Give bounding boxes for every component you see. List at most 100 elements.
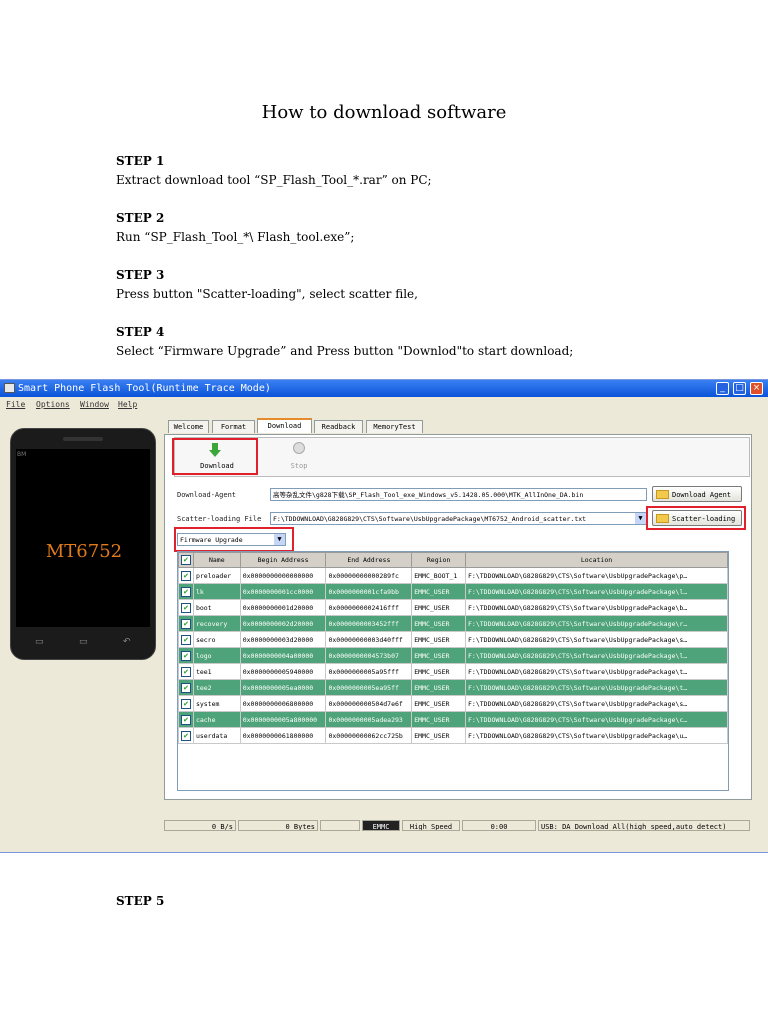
cell-location[interactable]: F:\TDDOWNLOAD\G828G829\CTS\Software\UsbU… [465,583,728,600]
cell-location[interactable]: F:\TDDOWNLOAD\G828G829\CTS\Software\UsbU… [465,727,728,744]
cell-end: 0x0000000005adea293 [325,711,413,728]
page-title: How to download software [261,102,507,123]
row-checkbox[interactable]: ✔ [178,663,194,680]
header-location[interactable]: Location [465,552,728,568]
checkbox-icon[interactable]: ✔ [181,634,191,645]
menu-help[interactable]: Help [118,398,137,412]
checkbox-icon[interactable]: ✔ [181,682,191,693]
cell-location[interactable]: F:\TDDOWNLOAD\G828G829\CTS\Software\UsbU… [465,663,728,680]
cell-name: system [192,695,241,712]
row-checkbox[interactable]: ✔ [178,679,194,696]
checkbox-icon[interactable]: ✔ [180,555,191,565]
header-begin-address[interactable]: Begin Address [239,552,327,568]
download-agent-button[interactable]: Download Agent [652,486,742,502]
tab-readback[interactable]: Readback [314,420,363,433]
download-agent-label: Download-Agent [177,491,237,499]
menu-file[interactable]: File [6,398,25,412]
menu-window[interactable]: Window [80,398,109,412]
tab-memorytest[interactable]: MemoryTest [366,420,423,433]
partition-table-grid: ✔ Name Begin Address End Address Region … [178,552,728,744]
status-time: 0:00 [462,820,536,831]
cell-location[interactable]: F:\TDDOWNLOAD\G828G829\CTS\Software\UsbU… [465,599,728,616]
maximize-icon[interactable]: □ [733,382,746,395]
checkbox-icon[interactable]: ✔ [181,586,191,597]
cell-location[interactable]: F:\TDDOWNLOAD\G828G829\CTS\Software\UsbU… [465,631,728,648]
checkbox-icon[interactable]: ✔ [181,650,191,661]
table-row[interactable]: ✔ logo 0x0000000004a00000 0x0000000004573b0… [178,647,728,664]
cell-region: EMMC_USER [411,727,467,744]
stop-icon [293,442,305,454]
step-2-text: Run “SP_Flash_Tool_*\ Flash_tool.exe”; [116,230,355,244]
row-checkbox[interactable]: ✔ [178,583,194,600]
step-1-heading: STEP 1 [116,154,165,168]
header-select-all[interactable]: ✔ [178,552,194,568]
table-row[interactable]: ✔ lk 0x0000000001cc0000 0x0000000001cfa9bb E… [178,583,728,600]
cell-begin: 0x0000000002d20000 [239,615,327,632]
cell-end: 0x0000000002416fff [325,599,413,616]
cell-location[interactable]: F:\TDDOWNLOAD\G828G829\CTS\Software\UsbU… [465,615,728,632]
download-agent-field[interactable]: 高等杂乱文件\g828下载\SP_Flash_Tool_exe_Windows_… [270,488,647,501]
cell-region: EMMC_USER [411,663,467,680]
row-checkbox[interactable]: ✔ [178,695,194,712]
scatter-loading-callout [646,506,746,530]
cell-location[interactable]: F:\TDDOWNLOAD\G828G829\CTS\Software\UsbU… [465,647,728,664]
download-agent-button-label: Download Agent [672,491,732,499]
status-spacer [320,820,360,831]
cell-location[interactable]: F:\TDDOWNLOAD\G828G829\CTS\Software\UsbU… [465,679,728,696]
table-row[interactable]: ✔ tee1 0x0000000005940000 0x0000000005a95ff… [178,663,728,680]
table-row[interactable]: ✔ system 0x0000000006800000 0x000000000504d… [178,695,728,712]
cell-location[interactable]: F:\TDDOWNLOAD\G828G829\CTS\Software\UsbU… [465,711,728,728]
row-checkbox[interactable]: ✔ [178,647,194,664]
tab-welcome[interactable]: Welcome [168,420,209,433]
minimize-icon[interactable]: _ [716,382,729,395]
checkbox-icon[interactable]: ✔ [181,618,191,629]
checkbox-icon[interactable]: ✔ [181,666,191,677]
checkbox-icon[interactable]: ✔ [181,714,191,725]
tab-format[interactable]: Format [212,420,255,433]
row-checkbox[interactable]: ✔ [178,631,194,648]
cell-location[interactable]: F:\TDDOWNLOAD\G828G829\CTS\Software\UsbU… [465,695,728,712]
row-checkbox[interactable]: ✔ [178,599,194,616]
checkbox-icon[interactable]: ✔ [181,730,191,741]
table-row[interactable]: ✔ recovery 0x0000000002d20000 0x00000000034… [178,615,728,632]
table-row[interactable]: ✔ cache 0x0000000005a800000 0x0000000005ade… [178,711,728,728]
stop-button[interactable]: Stop [259,440,339,473]
checkbox-icon[interactable]: ✔ [181,602,191,613]
scatter-file-field[interactable]: F:\TDDOWNLOAD\G828G829\CTS\Software\UsbU… [270,512,647,525]
table-row[interactable]: ✔ secro 0x0000000003d20000 0x00000000003d40… [178,631,728,648]
row-checkbox[interactable]: ✔ [178,567,194,584]
tab-download[interactable]: Download [257,418,312,433]
cell-name: userdata [192,727,241,744]
cell-region: EMMC_USER [411,695,467,712]
partition-table: ✔ Name Begin Address End Address Region … [177,551,729,791]
header-region[interactable]: Region [411,552,467,568]
row-checkbox[interactable]: ✔ [178,711,194,728]
chevron-down-icon[interactable]: ▼ [635,513,646,524]
step-2-heading: STEP 2 [116,211,165,225]
cell-name: logo [192,647,241,664]
table-header-row: ✔ Name Begin Address End Address Region … [178,552,728,568]
step-5-heading: STEP 5 [116,894,165,908]
close-icon[interactable]: × [750,382,763,395]
cell-end: 0x0000000003452fff [325,615,413,632]
table-row[interactable]: ✔ tee2 0x0000000005ea0000 0x0000000005ea95f… [178,679,728,696]
row-checkbox[interactable]: ✔ [178,615,194,632]
row-checkbox[interactable]: ✔ [178,727,194,744]
checkbox-icon[interactable]: ✔ [181,698,191,709]
table-row[interactable]: ✔ boot 0x0000000001d20000 0x0000000002416ff… [178,599,728,616]
status-storage: EMMC [362,820,400,831]
phone-model-label: MT6752 [45,541,123,562]
cell-location[interactable]: F:\TDDOWNLOAD\G828G829\CTS\Software\UsbU… [465,567,728,584]
checkbox-icon[interactable]: ✔ [181,570,191,581]
header-name[interactable]: Name [192,552,241,568]
table-row[interactable]: ✔ userdata 0x0000000061800000 0x00000000062… [178,727,728,744]
menu-options[interactable]: Options [36,398,70,412]
status-speed: 0 B/s [164,820,236,831]
table-row[interactable]: ✔ preloader 0x0000000000000000 0x0000000000… [178,567,728,584]
cell-end: 0x0000000005ea95ff [325,679,413,696]
cell-begin: 0x0000000001cc0000 [239,583,327,600]
window-titlebar[interactable]: Smart Phone Flash Tool(Runtime Trace Mod… [0,380,768,397]
cell-region: EMMC_USER [411,615,467,632]
header-end-address[interactable]: End Address [325,552,413,568]
cell-name: tee2 [192,679,241,696]
